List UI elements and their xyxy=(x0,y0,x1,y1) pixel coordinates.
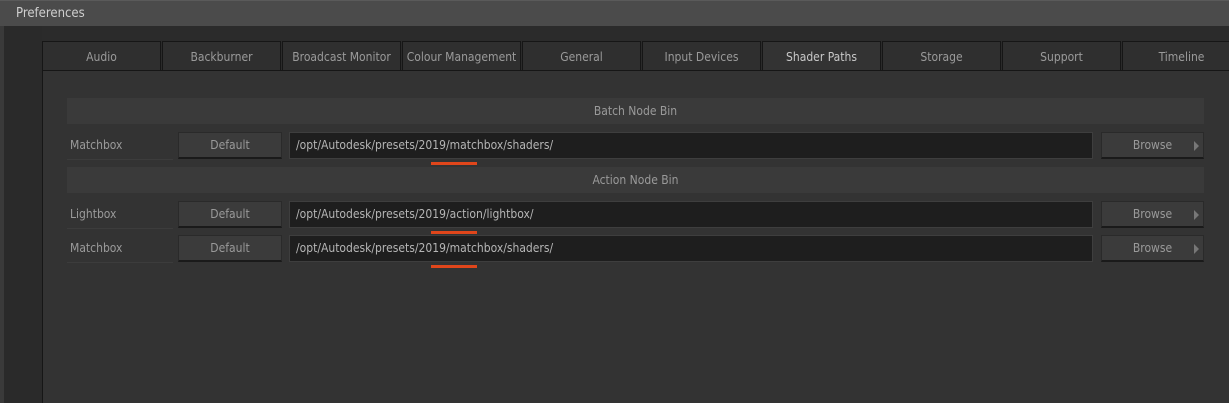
browse-button[interactable]: Browse xyxy=(1101,235,1204,262)
batch-matchbox-row: Matchbox Default /opt/Autodesk/presets/2… xyxy=(67,132,1204,165)
window-title: Preferences xyxy=(0,0,1229,26)
default-button[interactable]: Default xyxy=(178,201,282,228)
section-batch-node-bin: Batch Node Bin xyxy=(67,98,1204,124)
tab-storage[interactable]: Storage xyxy=(882,41,1001,71)
tab-audio[interactable]: Audio xyxy=(42,41,161,71)
browse-label: Browse xyxy=(1132,207,1173,221)
tab-bar: Audio Backburner Broadcast Monitor Colou… xyxy=(42,41,1229,72)
browse-button[interactable]: Browse xyxy=(1101,132,1204,159)
row-label: Matchbox xyxy=(67,132,173,160)
default-button[interactable]: Default xyxy=(178,132,282,159)
section-action-node-bin: Action Node Bin xyxy=(67,167,1204,193)
tab-timeline[interactable]: Timeline xyxy=(1122,41,1229,71)
highlight-underline xyxy=(431,265,477,268)
row-label: Lightbox xyxy=(67,201,173,229)
tab-shader-paths[interactable]: Shader Paths xyxy=(762,41,881,72)
tab-broadcast-monitor[interactable]: Broadcast Monitor xyxy=(282,41,401,71)
browse-button[interactable]: Browse xyxy=(1101,201,1204,228)
browse-label: Browse xyxy=(1132,138,1173,152)
path-input[interactable]: /opt/Autodesk/presets/2019/matchbox/shad… xyxy=(289,235,1093,262)
browse-label: Browse xyxy=(1132,241,1173,255)
highlight-underline xyxy=(431,162,477,165)
tab-backburner[interactable]: Backburner xyxy=(162,41,281,71)
tab-colour-management[interactable]: Colour Management xyxy=(402,41,521,71)
path-input[interactable]: /opt/Autodesk/presets/2019/action/lightb… xyxy=(289,201,1093,228)
tab-general[interactable]: General xyxy=(522,41,641,71)
tab-support[interactable]: Support xyxy=(1002,41,1121,71)
action-matchbox-row: Matchbox Default /opt/Autodesk/presets/2… xyxy=(67,235,1204,268)
arrow-right-icon xyxy=(1194,244,1199,254)
left-strip xyxy=(0,26,42,403)
row-label: Matchbox xyxy=(67,235,173,263)
tab-input-devices[interactable]: Input Devices xyxy=(642,41,761,71)
path-input[interactable]: /opt/Autodesk/presets/2019/matchbox/shad… xyxy=(289,132,1093,159)
shader-paths-panel: Batch Node Bin Matchbox Default /opt/Aut… xyxy=(42,70,1229,403)
default-button[interactable]: Default xyxy=(178,235,282,262)
action-lightbox-row: Lightbox Default /opt/Autodesk/presets/2… xyxy=(67,201,1204,234)
arrow-right-icon xyxy=(1194,141,1199,151)
arrow-right-icon xyxy=(1194,210,1199,220)
highlight-underline xyxy=(431,231,477,234)
